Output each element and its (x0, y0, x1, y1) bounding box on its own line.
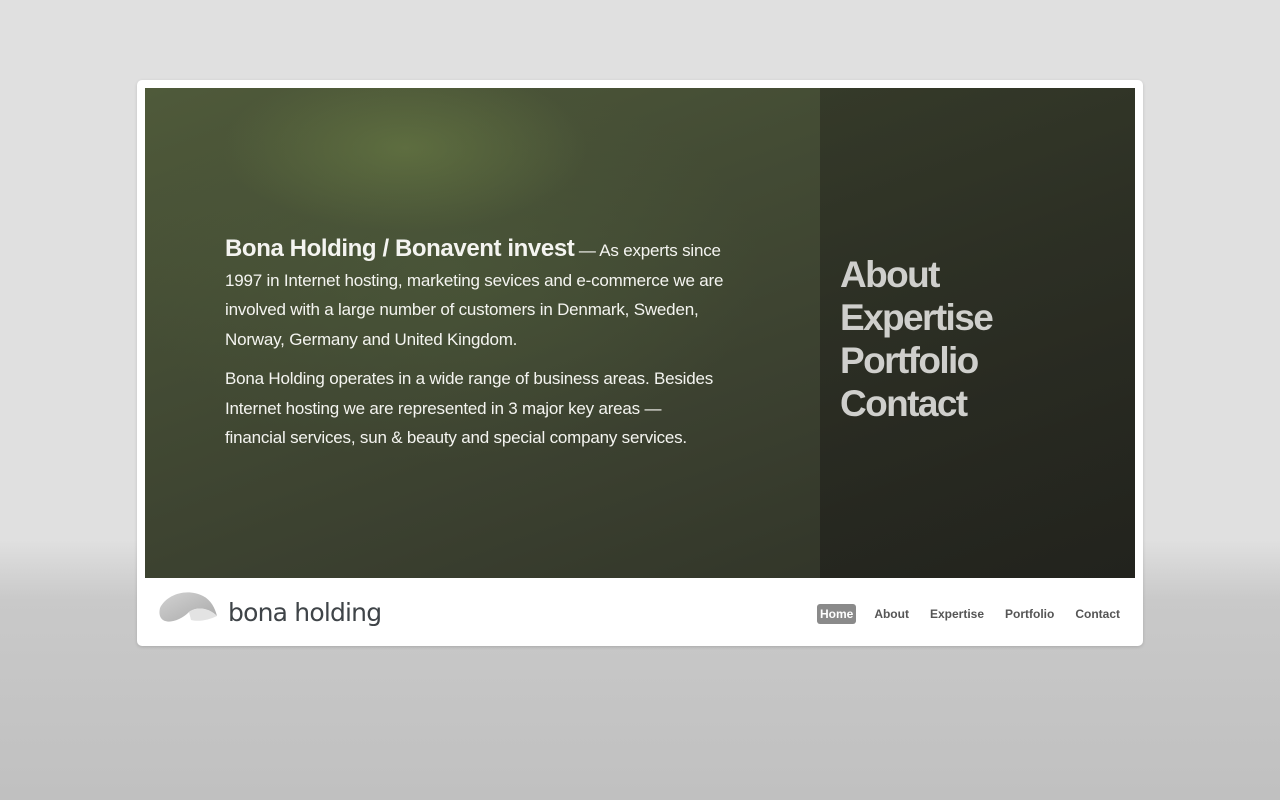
footer-nav-expertise[interactable]: Expertise (927, 604, 987, 624)
footer-nav-contact[interactable]: Contact (1072, 604, 1123, 624)
business-areas-paragraph: Bona Holding operates in a wide range of… (225, 369, 714, 447)
hero-intro: Bona Holding / Bonavent invest — As expe… (225, 234, 725, 463)
logo-wave-icon (159, 592, 217, 622)
footer-nav-about[interactable]: About (871, 604, 912, 624)
company-title: Bona Holding / Bonavent invest (225, 235, 575, 262)
footer-bar: bona holding Home About Expertise Portfo… (137, 578, 1143, 646)
big-nav-contact[interactable]: Contact (840, 382, 992, 425)
logo-text: bona holding (228, 598, 382, 627)
footer-nav-home[interactable]: Home (816, 604, 857, 624)
big-nav-expertise[interactable]: Expertise (840, 296, 994, 339)
footer-nav: Home About Expertise Portfolio Contact (802, 604, 1123, 624)
site-frame: Bona Holding / Bonavent invest — As expe… (137, 80, 1143, 646)
big-nav-portfolio[interactable]: Portfolio (840, 339, 992, 382)
big-nav-about[interactable]: About (840, 253, 992, 296)
intro-paragraph: Bona Holding / Bonavent invest — As expe… (225, 234, 725, 354)
hero-nav-panel: About Expertise Portfolio Contact (820, 88, 1135, 578)
big-nav: About Expertise Portfolio Contact (840, 253, 994, 425)
hero-banner: Bona Holding / Bonavent invest — As expe… (145, 88, 1135, 578)
footer-nav-portfolio[interactable]: Portfolio (1002, 604, 1057, 624)
